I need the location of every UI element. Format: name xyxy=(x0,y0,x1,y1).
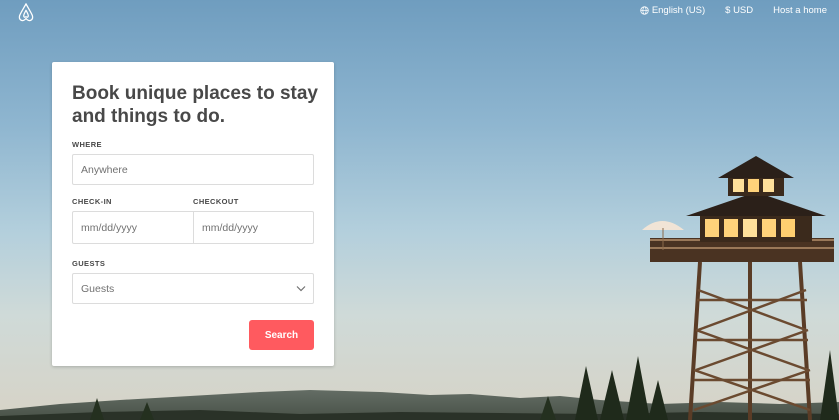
nav-right-menu: English (US) $ USD Host a home xyxy=(640,5,827,16)
language-selector[interactable]: English (US) xyxy=(640,5,705,16)
checkin-placeholder: mm/dd/yyyy xyxy=(81,221,138,234)
where-input[interactable]: Anywhere xyxy=(72,154,314,185)
date-range-input: mm/dd/yyyy mm/dd/yyyy xyxy=(72,211,314,244)
language-label: English (US) xyxy=(651,5,706,16)
host-a-home-link[interactable]: Host a home xyxy=(773,5,827,16)
search-button[interactable]: Search xyxy=(249,320,314,350)
search-card: Book unique places to stay and things to… xyxy=(52,62,334,366)
globe-icon xyxy=(640,6,649,15)
search-card-title: Book unique places to stay and things to… xyxy=(72,83,318,127)
host-label: Host a home xyxy=(773,5,827,16)
guests-select[interactable]: Guests xyxy=(72,273,314,304)
checkout-placeholder: mm/dd/yyyy xyxy=(202,221,259,234)
checkin-input[interactable]: mm/dd/yyyy xyxy=(73,212,193,243)
checkout-label: CHECKOUT xyxy=(193,197,239,206)
where-label: WHERE xyxy=(72,140,102,149)
guests-value: Guests xyxy=(81,282,115,295)
where-placeholder: Anywhere xyxy=(81,163,128,176)
chevron-down-icon xyxy=(296,286,306,292)
airbnb-logo-icon[interactable] xyxy=(15,2,37,24)
currency-label: $ USD xyxy=(725,5,754,16)
checkin-label: CHECK-IN xyxy=(72,197,112,206)
currency-selector[interactable]: $ USD xyxy=(725,5,753,16)
guests-label: GUESTS xyxy=(72,259,106,268)
top-navigation: English (US) $ USD Host a home xyxy=(0,0,839,24)
checkout-input[interactable]: mm/dd/yyyy xyxy=(193,212,313,243)
